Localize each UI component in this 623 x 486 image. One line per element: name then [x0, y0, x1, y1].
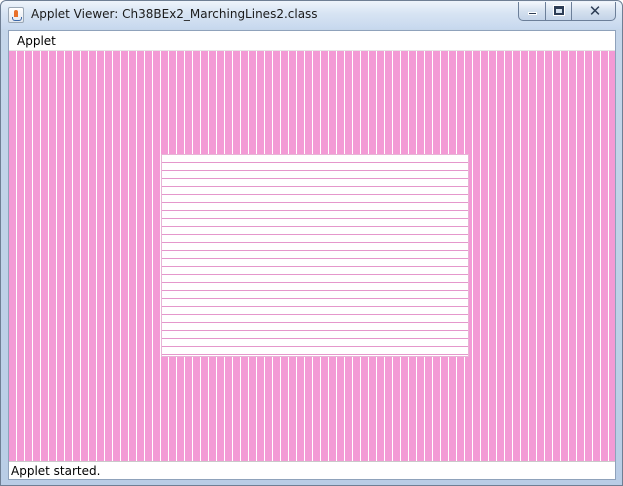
applet-canvas [9, 51, 615, 461]
applet-viewer-window: Applet Viewer: Ch38BEx2_MarchingLines2.c… [0, 0, 623, 486]
minimize-icon [528, 12, 537, 15]
client-area: Applet Applet started. [8, 30, 616, 480]
close-button[interactable]: ✕ [571, 2, 616, 21]
maximize-button[interactable] [545, 2, 571, 21]
menu-applet[interactable]: Applet [12, 31, 61, 51]
window-controls: ✕ [518, 2, 616, 21]
minimize-button[interactable] [518, 2, 545, 21]
marching-lines-inner-rect [161, 154, 469, 357]
close-icon: ✕ [588, 2, 602, 20]
maximize-icon [553, 5, 565, 16]
java-coffee-cup-icon[interactable] [8, 7, 24, 23]
status-bar: Applet started. [9, 461, 615, 479]
title-bar[interactable]: Applet Viewer: Ch38BEx2_MarchingLines2.c… [1, 1, 622, 29]
menu-bar: Applet [9, 31, 615, 51]
status-text: Applet started. [11, 464, 101, 478]
window-title: Applet Viewer: Ch38BEx2_MarchingLines2.c… [31, 7, 318, 21]
